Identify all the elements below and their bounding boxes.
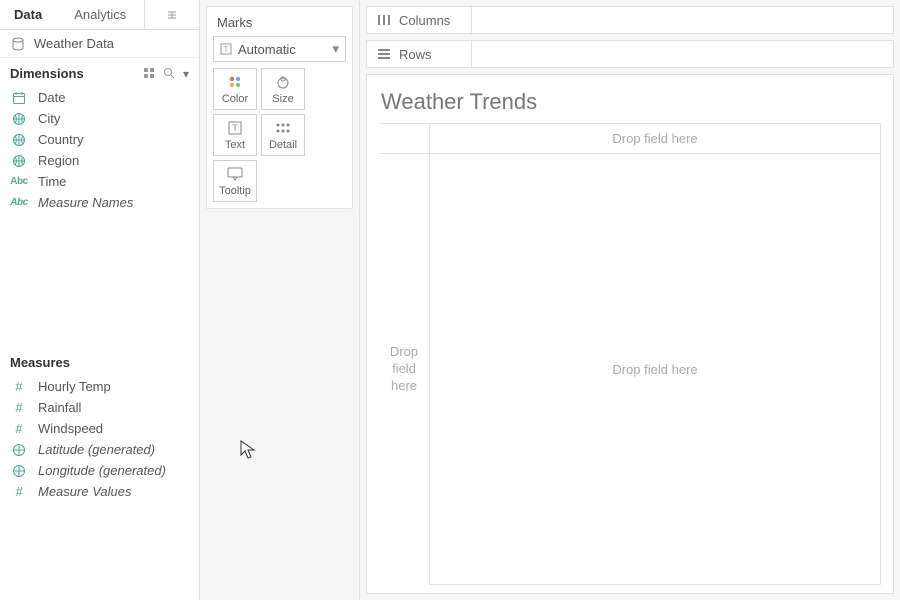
marks-pane: Marks T Automatic ▾ Color Size <box>200 0 360 600</box>
marks-title: Marks <box>213 13 346 36</box>
detail-icon <box>275 120 291 136</box>
tab-menu-icon[interactable] <box>144 0 199 29</box>
field-region[interactable]: Region <box>6 150 193 171</box>
field-latitude[interactable]: Latitude (generated) <box>6 439 193 460</box>
dimensions-title: Dimensions <box>10 66 84 81</box>
chevron-down-icon: ▾ <box>332 41 339 57</box>
field-label: Measure Values <box>38 484 131 499</box>
field-hourly-temp[interactable]: # Hourly Temp <box>6 376 193 397</box>
svg-text:T: T <box>224 45 229 54</box>
mark-label: Size <box>272 93 293 105</box>
field-label: City <box>38 111 60 126</box>
marks-type-select[interactable]: T Automatic ▾ <box>213 36 346 62</box>
hash-icon: # <box>10 400 28 415</box>
measures-list: # Hourly Temp # Rainfall # Windspeed Lat… <box>0 376 199 510</box>
viz-row-drop[interactable]: Drop field here <box>379 154 429 585</box>
drop-text: Drop field here <box>390 344 418 395</box>
mark-color-button[interactable]: Color <box>213 68 257 110</box>
field-windspeed[interactable]: # Windspeed <box>6 418 193 439</box>
color-icon <box>227 74 243 90</box>
svg-text:T: T <box>232 123 238 133</box>
columns-shelf[interactable]: Columns <box>366 6 894 34</box>
mark-label: Color <box>222 93 248 105</box>
viz-main-drop[interactable]: Drop field here <box>429 154 881 585</box>
sheet-title[interactable]: Weather Trends <box>379 89 881 123</box>
viz-corner <box>379 124 429 154</box>
mark-tooltip-button[interactable]: Tooltip <box>213 160 257 202</box>
marks-card: Marks T Automatic ▾ Color Size <box>206 6 353 209</box>
mark-label: Tooltip <box>219 185 251 197</box>
database-icon <box>10 37 26 51</box>
field-label: Hourly Temp <box>38 379 111 394</box>
tab-analytics[interactable]: Analytics <box>60 0 144 29</box>
size-icon <box>275 74 291 90</box>
tooltip-icon <box>227 166 243 182</box>
field-label: Longitude (generated) <box>38 463 166 478</box>
dimensions-list: Date City Country Region Abc Time Abc M <box>0 87 199 221</box>
data-pane: Data Analytics Weather Data Dimensions ▾ <box>0 0 200 600</box>
view-grid-icon[interactable] <box>143 67 155 81</box>
field-measure-names[interactable]: Abc Measure Names <box>6 192 193 213</box>
field-label: Latitude (generated) <box>38 442 155 457</box>
viz-grid: Drop field here Drop field here Drop fie… <box>379 123 881 585</box>
shelf-text: Rows <box>399 47 432 62</box>
mark-text-button[interactable]: T Text <box>213 114 257 156</box>
field-city[interactable]: City <box>6 108 193 129</box>
datasource-name: Weather Data <box>34 36 114 51</box>
marks-type-label: Automatic <box>238 42 296 57</box>
field-label: Measure Names <box>38 195 133 210</box>
mark-label: Text <box>225 139 245 151</box>
field-time[interactable]: Abc Time <box>6 171 193 192</box>
sidebar-tabs: Data Analytics <box>0 0 199 30</box>
abc-icon: Abc <box>10 197 28 208</box>
tab-data[interactable]: Data <box>0 0 60 29</box>
field-longitude[interactable]: Longitude (generated) <box>6 460 193 481</box>
field-rainfall[interactable]: # Rainfall <box>6 397 193 418</box>
field-measure-values[interactable]: # Measure Values <box>6 481 193 502</box>
measures-header: Measures <box>0 347 199 376</box>
columns-shelf-label: Columns <box>367 7 472 33</box>
text-icon: T <box>228 120 242 136</box>
rows-shelf-label: Rows <box>367 41 472 67</box>
calendar-icon <box>10 91 28 105</box>
field-label: Country <box>38 132 84 147</box>
globe-icon <box>10 443 28 457</box>
canvas-area: Columns Rows Weather Trends Drop field h… <box>360 0 900 600</box>
mark-size-button[interactable]: Size <box>261 68 305 110</box>
field-label: Rainfall <box>38 400 81 415</box>
rows-shelf[interactable]: Rows <box>366 40 894 68</box>
rows-icon <box>377 48 391 60</box>
globe-icon <box>10 133 28 147</box>
field-label: Region <box>38 153 79 168</box>
marks-buttons: Color Size T Text Detail <box>213 68 346 202</box>
field-label: Windspeed <box>38 421 103 436</box>
datasource-row[interactable]: Weather Data <box>0 30 199 58</box>
measures-title: Measures <box>10 355 70 370</box>
hash-icon: # <box>10 379 28 394</box>
mark-detail-button[interactable]: Detail <box>261 114 305 156</box>
globe-icon <box>10 154 28 168</box>
hash-icon: # <box>10 484 28 499</box>
globe-icon <box>10 464 28 478</box>
field-date[interactable]: Date <box>6 87 193 108</box>
shelf-text: Columns <box>399 13 450 28</box>
search-icon[interactable] <box>163 67 175 81</box>
columns-icon <box>377 14 391 26</box>
menu-caret-icon[interactable]: ▾ <box>183 67 189 81</box>
text-icon: T <box>220 43 232 55</box>
globe-icon <box>10 112 28 126</box>
dimensions-header: Dimensions ▾ <box>0 58 199 87</box>
field-label: Time <box>38 174 66 189</box>
viz-column-drop[interactable]: Drop field here <box>429 124 881 154</box>
abc-icon: Abc <box>10 176 28 187</box>
field-label: Date <box>38 90 65 105</box>
mark-label: Detail <box>269 139 297 151</box>
hash-icon: # <box>10 421 28 436</box>
field-country[interactable]: Country <box>6 129 193 150</box>
viz-canvas: Weather Trends Drop field here Drop fiel… <box>366 74 894 594</box>
